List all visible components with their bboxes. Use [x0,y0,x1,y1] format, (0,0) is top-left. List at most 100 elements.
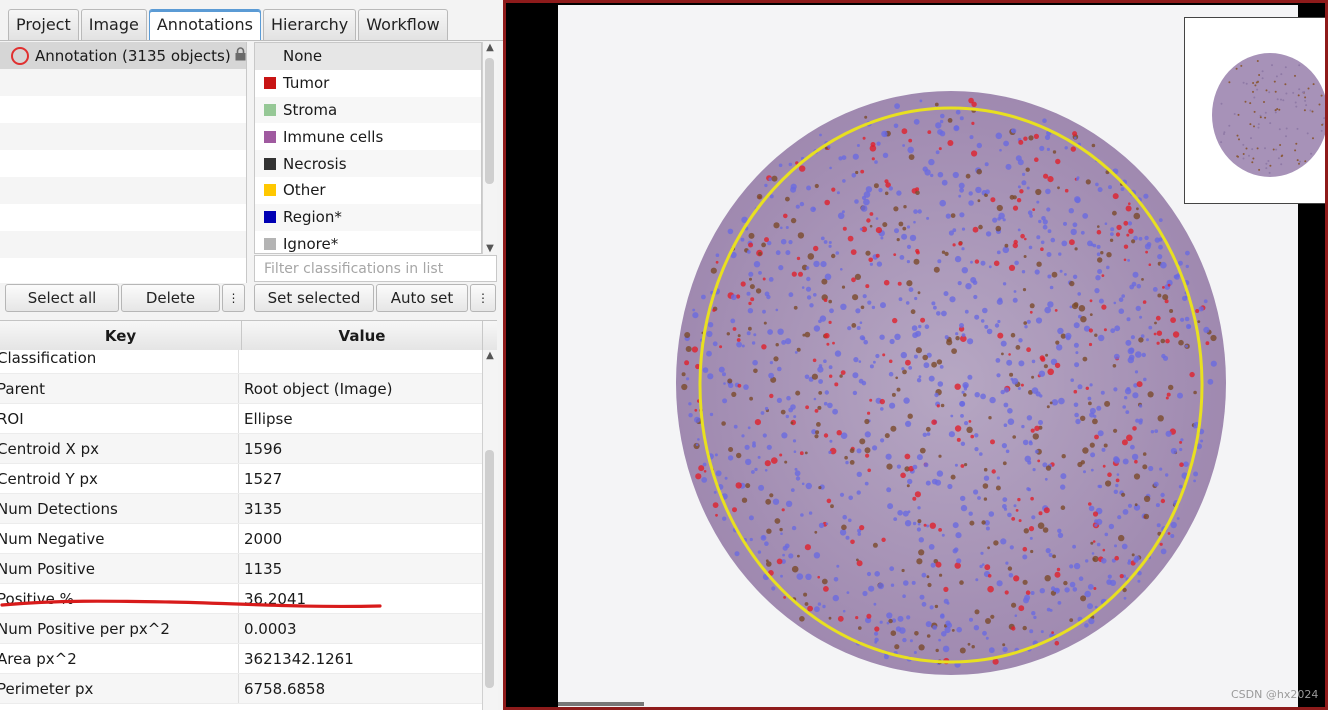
table-row[interactable]: Num Positive 1135 [0,554,482,584]
table-row[interactable]: Area px^2 3621342.1261 [0,644,482,674]
table-row[interactable]: Parent Root object (Image) [0,374,482,404]
annotation-list[interactable]: Annotation (3135 objects) [0,42,247,283]
delete-button[interactable]: Delete [121,284,220,312]
property-value: 0.0003 [244,620,297,638]
class-swatch [264,77,276,90]
properties-header: Key Value [0,320,497,352]
tissue-core [676,91,1226,675]
empty-row [0,150,246,177]
empty-row [0,177,246,204]
class-swatch [264,130,276,143]
property-key: Classification [0,350,239,373]
annotation-label: Annotation (3135 objects) [35,46,231,65]
property-value: 6758.6858 [244,680,326,698]
property-key: Centroid X px [0,434,239,463]
property-key: Perimeter px [0,674,239,703]
ellipse-icon [11,46,29,65]
empty-row [0,96,246,123]
property-value: 1596 [244,440,283,458]
table-row[interactable]: Classification [0,350,482,374]
classification-scrollbar[interactable]: ▲ ▼ [482,42,497,254]
class-label: Stroma [283,100,338,119]
class-swatch [264,50,276,62]
tab-image[interactable]: Image [80,9,147,40]
auto-set-button[interactable]: Auto set [376,284,468,312]
overview-thumbnail[interactable] [1184,17,1328,204]
property-value: 2000 [244,530,283,548]
classification-list[interactable]: None Tumor Stroma Immune cells Necrosis … [254,42,482,254]
property-key: Area px^2 [0,644,239,673]
left-panel: Project Image Annotations Hierarchy Work… [0,0,503,710]
class-swatch [264,184,276,197]
tab-project[interactable]: Project [8,9,79,40]
class-label: Ignore* [283,234,339,253]
tab-divider [0,40,503,41]
empty-row [0,258,246,285]
class-label: Other [283,181,326,200]
empty-row [0,123,246,150]
lock-icon [235,46,246,65]
properties-scrollbar[interactable]: ▲ [482,350,498,710]
class-item-other[interactable]: Other [255,177,481,204]
property-value: 3135 [244,500,283,518]
class-label: Region* [283,208,342,227]
class-label: Tumor [283,74,330,93]
overview-tissue [1212,53,1327,177]
property-key: Centroid Y px [0,464,239,493]
key-column-header[interactable]: Key [0,321,242,351]
class-label: None [283,47,323,66]
scroll-thumb[interactable] [485,58,494,184]
select-all-button[interactable]: Select all [5,284,119,312]
property-key: Num Negative [0,524,239,553]
property-key: ROI [0,404,239,433]
chevron-up-icon[interactable]: ▲ [483,42,497,53]
empty-row [0,204,246,231]
property-value [239,350,482,373]
empty-row [0,69,246,96]
table-row[interactable]: Num Positive per px^2 0.0003 [0,614,482,644]
chevron-down-icon[interactable]: ▼ [483,243,497,254]
class-item-ignore[interactable]: Ignore* [255,231,481,253]
value-column-header[interactable]: Value [242,321,483,351]
tab-workflow[interactable]: Workflow [358,9,448,40]
class-item-immune-cells[interactable]: Immune cells [255,123,481,150]
classification-more-button[interactable]: ⋮ [470,284,496,312]
table-row[interactable]: Centroid Y px 1527 [0,464,482,494]
property-key: Num Positive [0,554,239,583]
table-row[interactable]: Num Detections 3135 [0,494,482,524]
annotation-more-button[interactable]: ⋮ [222,284,245,312]
set-selected-button[interactable]: Set selected [254,284,374,312]
table-row[interactable]: Perimeter px 6758.6858 [0,674,482,704]
property-value: 1135 [244,560,283,578]
chevron-up-icon[interactable]: ▲ [483,350,497,361]
tab-bar: Project Image Annotations Hierarchy Work… [8,9,450,41]
scale-bar [558,702,644,706]
class-swatch [264,103,276,116]
property-key: Num Detections [0,494,239,523]
empty-row [0,231,246,258]
class-item-necrosis[interactable]: Necrosis [255,150,481,177]
watermark: CSDN @hx2024 [1231,688,1319,701]
table-row[interactable]: ROI Ellipse [0,404,482,434]
property-value: Ellipse [244,410,293,428]
tab-annotations[interactable]: Annotations [148,9,261,40]
property-value: 3621342.1261 [244,650,354,668]
table-row[interactable]: Centroid X px 1596 [0,434,482,464]
class-item-tumor[interactable]: Tumor [255,70,481,97]
class-label: Immune cells [283,127,384,146]
scroll-thumb[interactable] [485,450,494,688]
properties-table[interactable]: Classification Parent Root object (Image)… [0,350,482,710]
class-swatch [264,237,276,250]
class-item-region[interactable]: Region* [255,203,481,231]
tab-hierarchy[interactable]: Hierarchy [262,9,357,40]
property-value: Root object (Image) [244,380,393,398]
annotation-list-item[interactable]: Annotation (3135 objects) [0,42,246,69]
table-row[interactable]: Num Negative 2000 [0,524,482,554]
red-underline-mark [0,599,382,609]
class-item-none[interactable]: None [255,43,481,70]
class-item-stroma[interactable]: Stroma [255,96,481,124]
class-swatch [264,211,276,224]
property-key: Parent [0,374,239,403]
classification-filter-input[interactable] [254,255,497,282]
class-label: Necrosis [283,154,347,173]
